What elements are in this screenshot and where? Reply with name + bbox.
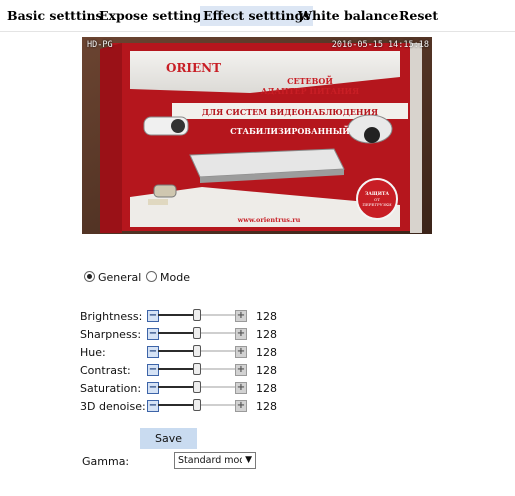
brightness-increase-button[interactable]: + <box>235 310 247 322</box>
sharpness-value: 128 <box>256 328 277 341</box>
camera-preview-image: ORIENT СЕТЕВОЙ АДАПТЕР ПИТАНИЯ ДЛЯ СИСТЕ… <box>82 37 432 234</box>
tab-white-balance[interactable]: White balance <box>295 6 401 26</box>
box-url: www.orientrus.ru <box>237 216 301 224</box>
hue-thumb[interactable] <box>193 345 201 357</box>
tab-expose-settings[interactable]: Expose settings <box>96 6 212 26</box>
hue-track[interactable] <box>158 345 236 357</box>
3d-denoise-value: 128 <box>256 400 277 413</box>
hue-label: Hue: <box>80 346 106 359</box>
sharpness-increase-button[interactable]: + <box>235 328 247 340</box>
gamma-select[interactable]: Standard mod ▼ <box>174 452 256 469</box>
settings-tabbar: Basic setttins Expose settings Effect se… <box>0 0 515 32</box>
saturation-track[interactable] <box>158 381 236 393</box>
3d-denoise-thumb[interactable] <box>193 399 201 411</box>
hue-increase-button[interactable]: + <box>235 346 247 358</box>
radio-general-indicator[interactable] <box>84 271 95 282</box>
contrast-track[interactable] <box>158 363 236 375</box>
hue-value: 128 <box>256 346 277 359</box>
saturation-value: 128 <box>256 382 277 395</box>
3d-denoise-increase-button[interactable]: + <box>235 400 247 412</box>
tab-reset[interactable]: Reset <box>396 6 441 26</box>
slider-hue: Hue: − + 128 <box>80 344 290 362</box>
slider-3d-denoise: 3D denoise: − + 128 <box>80 398 290 416</box>
brightness-thumb[interactable] <box>193 309 201 321</box>
slider-sharpness: Sharpness: − + 128 <box>80 326 290 344</box>
box-brand-text: ORIENT <box>166 61 221 75</box>
osd-timestamp: 2016-05-15 14:15:18 <box>331 40 429 50</box>
gamma-label: Gamma: <box>82 455 130 468</box>
box-line2: АДАПТЕР ПИТАНИЯ <box>261 86 359 96</box>
slider-contrast: Contrast: − + 128 <box>80 362 290 380</box>
3d-denoise-label: 3D denoise: <box>80 400 146 413</box>
slider-saturation: Saturation: − + 128 <box>80 380 290 398</box>
box-line1: СЕТЕВОЙ <box>287 76 333 86</box>
radio-general[interactable]: General <box>84 270 141 286</box>
contrast-label: Contrast: <box>80 364 131 377</box>
slider-brightness: Brightness: − + 128 <box>80 308 290 326</box>
3d-denoise-track[interactable] <box>158 399 236 411</box>
radio-mode-indicator[interactable] <box>146 271 157 282</box>
box-line4: СТАБИЛИЗИРОВАННЫЙ <box>230 126 350 136</box>
saturation-label: Saturation: <box>80 382 142 395</box>
contrast-value: 128 <box>256 364 277 377</box>
camera-preview: ORIENT СЕТЕВОЙ АДАПТЕР ПИТАНИЯ ДЛЯ СИСТЕ… <box>82 37 432 234</box>
save-button[interactable]: Save <box>140 428 197 449</box>
sharpness-track[interactable] <box>158 327 236 339</box>
sharpness-label: Sharpness: <box>80 328 142 341</box>
contrast-thumb[interactable] <box>193 363 201 375</box>
radio-general-label: General <box>98 271 142 284</box>
brightness-value: 128 <box>256 310 277 323</box>
contrast-increase-button[interactable]: + <box>235 364 247 376</box>
saturation-thumb[interactable] <box>193 381 201 393</box>
chevron-down-icon: ▼ <box>245 455 252 465</box>
osd-channel-label: HD-PG <box>87 40 113 50</box>
radio-mode-label: Mode <box>160 271 190 284</box>
badge-line3: ПЕРЕГРУЗКИ <box>362 202 392 207</box>
box-line3: ДЛЯ СИСТЕМ ВИДЕОНАБЛЮДЕНИЯ <box>202 107 378 117</box>
brightness-track[interactable] <box>158 309 236 321</box>
radio-mode[interactable]: Mode <box>146 270 190 286</box>
tab-basic-settings[interactable]: Basic setttins <box>4 6 106 26</box>
gamma-selected-value: Standard mod <box>178 455 242 466</box>
brightness-label: Brightness: <box>80 310 143 323</box>
saturation-increase-button[interactable]: + <box>235 382 247 394</box>
sharpness-thumb[interactable] <box>193 327 201 339</box>
